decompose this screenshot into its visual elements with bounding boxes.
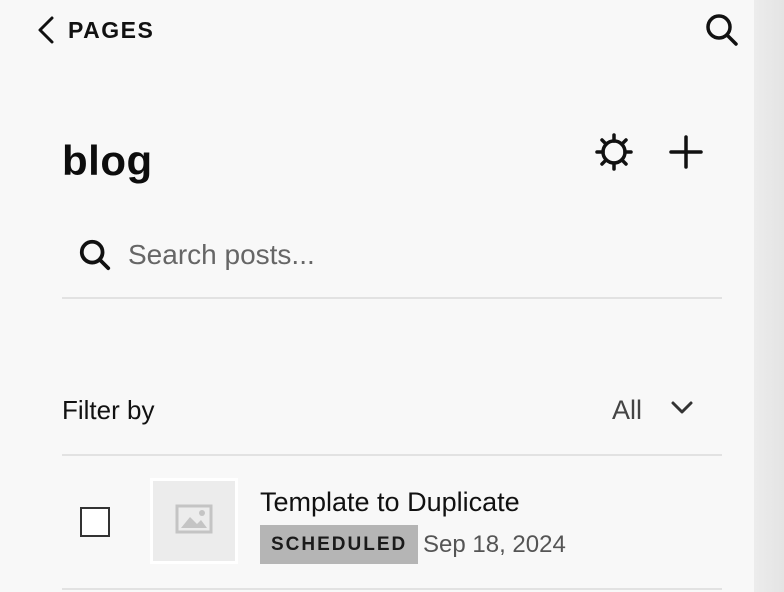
filter-selected-value: All [612,394,643,425]
back-label: PAGES [68,16,155,43]
post-date: Sep 18, 2024 [423,531,566,558]
status-badge: SCHEDULED [260,525,419,564]
settings-button[interactable] [590,130,638,178]
filter-divider [62,454,722,456]
back-to-pages-button[interactable]: PAGES [36,12,154,48]
gear-icon [594,132,634,177]
add-post-button[interactable] [662,130,710,178]
post-divider [62,588,722,590]
search-posts-field [62,222,722,288]
pages-panel: PAGES blog Search posts... Filter by All… [0,0,754,592]
filter-dropdown[interactable]: All [612,388,694,432]
search-icon [62,222,128,288]
post-thumbnail [150,478,238,564]
image-placeholder-icon [175,504,213,539]
search-posts-input[interactable] [128,239,688,271]
plus-icon [668,134,704,175]
filter-label: Filter by [62,395,155,425]
search-button[interactable] [700,10,744,54]
chevron-down-icon [670,400,694,421]
post-select-checkbox[interactable] [80,507,110,537]
page-title: blog [62,137,153,184]
post-list-item[interactable]: Template to Duplicate SCHEDULED Sep 18, … [62,458,722,588]
chevron-left-icon [36,15,56,45]
search-icon [704,12,740,53]
search-divider [62,297,722,299]
post-title[interactable]: Template to Duplicate [260,484,520,520]
panel-edge [754,0,784,592]
